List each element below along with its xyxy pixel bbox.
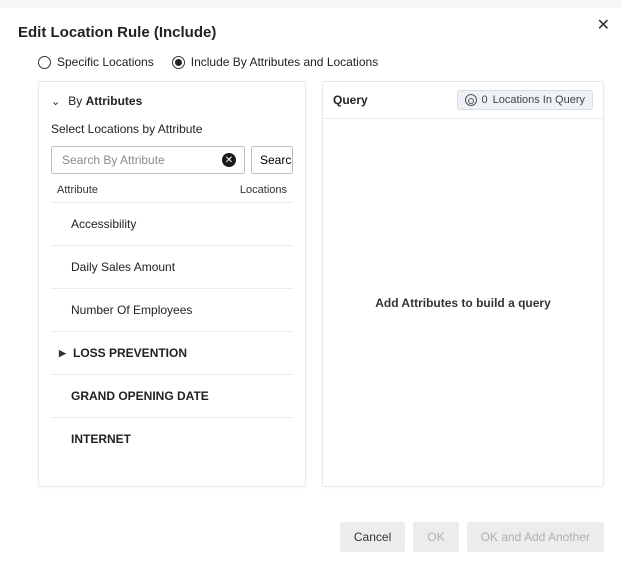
list-item-label: GRAND OPENING DATE (71, 389, 209, 403)
query-empty-state: Add Attributes to build a query (323, 118, 603, 486)
locations-in-query-chip[interactable]: 0 Locations In Query (457, 90, 593, 110)
chip-count: 0 (482, 94, 488, 106)
radio-include-by-attributes[interactable]: Include By Attributes and Locations (172, 55, 378, 69)
radio-specific-locations[interactable]: Specific Locations (38, 55, 154, 69)
section-label: By Attributes (68, 94, 142, 108)
query-title: Query (333, 93, 368, 107)
edit-location-rule-dialog: ✕ Edit Location Rule (Include) Specific … (0, 8, 622, 566)
ok-and-add-another-button[interactable]: OK and Add Another (467, 522, 604, 552)
mode-radio-group: Specific Locations Include By Attributes… (38, 55, 604, 69)
radio-icon (38, 56, 51, 69)
list-item[interactable]: INTERNET (51, 417, 293, 460)
list-item-label: INTERNET (71, 432, 131, 446)
query-header: Query 0 Locations In Query (323, 82, 603, 118)
column-locations: Locations (240, 184, 287, 196)
cancel-button[interactable]: Cancel (340, 522, 405, 552)
list-item-label: LOSS PREVENTION (73, 346, 187, 360)
attribute-list: Accessibility Daily Sales Amount Number … (51, 202, 293, 460)
list-item[interactable]: ▶ LOSS PREVENTION (51, 331, 293, 374)
chevron-down-icon: ⌄ (51, 95, 60, 108)
list-item[interactable]: Daily Sales Amount (51, 245, 293, 288)
list-item-label: Daily Sales Amount (71, 260, 175, 274)
attributes-section-header[interactable]: ⌄ By Attributes (51, 94, 293, 108)
search-button[interactable]: Search (251, 146, 293, 174)
radio-label: Specific Locations (57, 55, 154, 69)
list-item-label: Number Of Employees (71, 303, 192, 317)
list-item[interactable]: Accessibility (51, 202, 293, 245)
column-attribute: Attribute (57, 184, 98, 196)
search-input[interactable] (60, 152, 222, 168)
radio-label: Include By Attributes and Locations (191, 55, 378, 69)
list-item[interactable]: Number Of Employees (51, 288, 293, 331)
list-item[interactable]: GRAND OPENING DATE (51, 374, 293, 417)
radio-icon (172, 56, 185, 69)
search-box[interactable]: ✕ (51, 146, 245, 174)
attributes-subtitle: Select Locations by Attribute (51, 122, 293, 136)
close-icon[interactable]: ✕ (597, 18, 610, 34)
clear-icon[interactable]: ✕ (222, 153, 236, 167)
dialog-footer: Cancel OK OK and Add Another (340, 522, 604, 552)
search-row: ✕ Search (51, 146, 293, 174)
attributes-panel: ⌄ By Attributes Select Locations by Attr… (38, 81, 306, 487)
caret-right-icon: ▶ (59, 348, 67, 359)
query-panel: Query 0 Locations In Query Add Attribute… (322, 81, 604, 487)
dialog-title: Edit Location Rule (Include) (18, 24, 604, 41)
ok-button[interactable]: OK (413, 522, 458, 552)
list-item-label: Accessibility (71, 217, 136, 231)
panels-container: ⌄ By Attributes Select Locations by Attr… (38, 81, 604, 487)
column-headers: Attribute Locations (51, 184, 293, 202)
chip-suffix: Locations In Query (493, 94, 585, 106)
target-icon (465, 94, 477, 106)
